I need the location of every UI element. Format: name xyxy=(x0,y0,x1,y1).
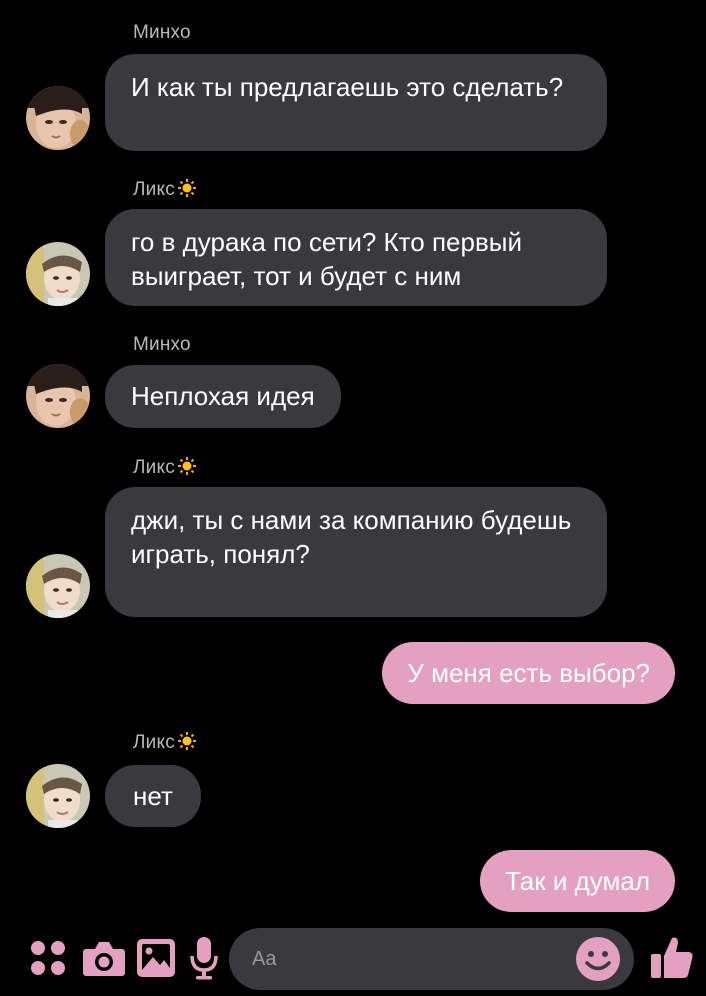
sender-name: Ликс xyxy=(133,456,197,482)
avatar-lix[interactable] xyxy=(26,554,90,618)
apps-icon[interactable] xyxy=(28,938,68,983)
message-input[interactable]: Aa xyxy=(229,928,634,990)
sender-name-text: Ликс xyxy=(133,457,175,478)
camera-icon[interactable] xyxy=(82,939,126,982)
sender-name: Ликс xyxy=(133,178,197,204)
sender-name-text: Ликс xyxy=(133,179,175,200)
avatar-lix[interactable] xyxy=(26,764,90,828)
sender-name: Минхо xyxy=(133,334,191,355)
message-bubble[interactable]: джи, ты с нами за компанию будешь играть… xyxy=(105,487,607,617)
composer-bar: Aa xyxy=(0,924,706,996)
message-bubble[interactable]: го в дурака по сети? Кто первый выиграет… xyxy=(105,209,607,306)
message-bubble-outgoing[interactable]: У меня есть выбор? xyxy=(382,642,675,704)
message-bubble[interactable]: нет xyxy=(105,765,201,827)
avatar-lix[interactable] xyxy=(26,242,90,306)
sun-icon xyxy=(177,456,197,482)
microphone-icon[interactable] xyxy=(190,936,218,985)
sender-name: Ликс xyxy=(133,731,197,757)
message-bubble[interactable]: И как ты предлагаешь это сделать? xyxy=(105,54,607,151)
sun-icon xyxy=(177,731,197,757)
sender-name-text: Ликс xyxy=(133,732,175,753)
message-input-placeholder: Aa xyxy=(252,948,277,970)
message-bubble-outgoing[interactable]: Так и думал xyxy=(480,850,675,912)
emoji-icon[interactable] xyxy=(575,936,621,987)
avatar-minho[interactable] xyxy=(26,86,90,150)
avatar-minho[interactable] xyxy=(26,364,90,428)
sender-name: Минхо xyxy=(133,22,191,43)
gallery-icon[interactable] xyxy=(136,938,176,983)
like-icon[interactable] xyxy=(650,934,694,985)
message-bubble[interactable]: Неплохая идея xyxy=(105,365,341,428)
sun-icon xyxy=(177,178,197,204)
